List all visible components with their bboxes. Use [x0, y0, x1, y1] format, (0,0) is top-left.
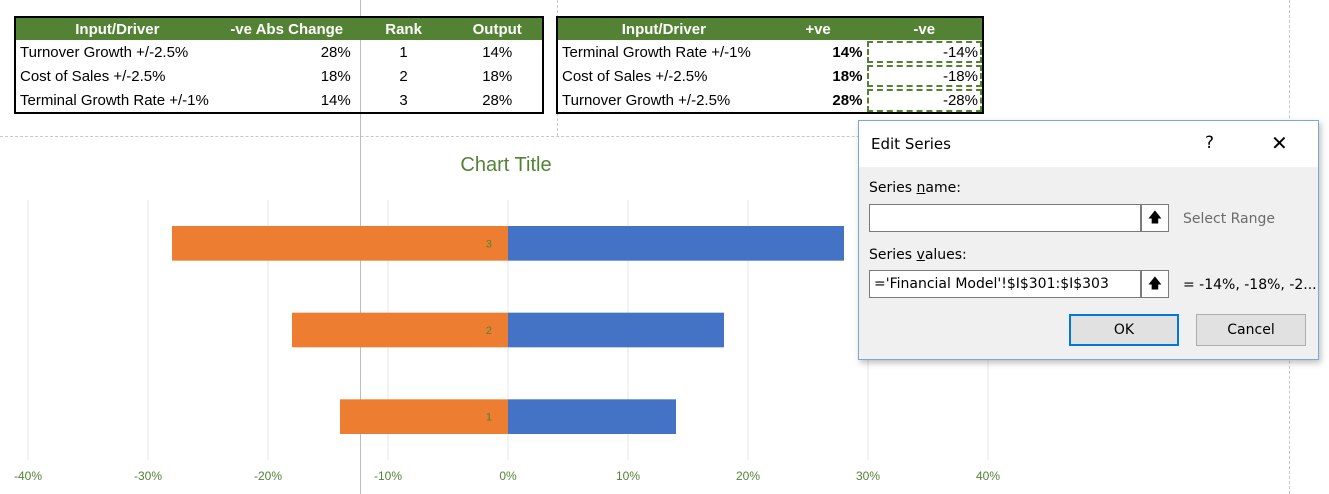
- cancel-button[interactable]: Cancel: [1196, 314, 1306, 346]
- bar-positive[interactable]: [508, 399, 676, 434]
- cell-abs-change[interactable]: 28%: [219, 40, 355, 64]
- bar-positive[interactable]: [508, 312, 724, 348]
- help-button[interactable]: ?: [1205, 133, 1214, 153]
- table-row: Cost of Sales +/-2.5% 18% 2 18%: [15, 64, 543, 88]
- cell-driver[interactable]: Cost of Sales +/-2.5%: [15, 64, 219, 88]
- cell-positive[interactable]: 28%: [770, 88, 867, 113]
- cell-positive[interactable]: 18%: [770, 64, 867, 88]
- x-tick-label: 40%: [976, 469, 1000, 483]
- table-row: Cost of Sales +/-2.5% 18% -18%: [557, 64, 983, 88]
- cell-driver[interactable]: Terminal Growth Rate +/-1%: [557, 40, 770, 64]
- tornado-data-table: Input/Driver +ve -ve Terminal Growth Rat…: [556, 16, 984, 114]
- cell-output[interactable]: 18%: [452, 64, 543, 88]
- cell-negative-selected[interactable]: -18%: [866, 64, 983, 88]
- category-label: 1: [486, 412, 492, 424]
- series-values-preview: = -14%, -18%, -2...: [1183, 277, 1317, 293]
- cell-driver[interactable]: Cost of Sales +/-2.5%: [557, 64, 770, 88]
- x-tick-label: -40%: [14, 469, 42, 483]
- bar-negative[interactable]: [292, 312, 508, 348]
- select-range-hint: Select Range: [1183, 211, 1276, 227]
- bar-negative[interactable]: [340, 399, 508, 434]
- table-row: Terminal Growth Rate +/-1% 14% 3 28%: [15, 88, 543, 113]
- x-tick-label: -20%: [254, 469, 282, 483]
- header-abs-change: -ve Abs Change: [218, 17, 355, 40]
- cell-negative-selected[interactable]: -28%: [866, 88, 983, 113]
- category-label: 2: [486, 325, 492, 337]
- header-rank: Rank: [354, 17, 453, 40]
- cell-output[interactable]: 14%: [452, 40, 543, 64]
- header-negative: -ve: [866, 17, 983, 40]
- series-values-range-button[interactable]: 🡅: [1141, 270, 1169, 298]
- series-values-label: Series values:: [869, 247, 967, 263]
- series-values-input[interactable]: ='Financial Model'!$I$301:$I$303: [869, 270, 1141, 298]
- series-name-input[interactable]: [869, 204, 1141, 232]
- category-label: 3: [486, 238, 492, 250]
- table-row: Turnover Growth +/-2.5% 28% -28%: [557, 88, 983, 113]
- header-output: Output: [452, 17, 543, 40]
- cell-driver[interactable]: Turnover Growth +/-2.5%: [15, 40, 219, 64]
- x-tick-label: -30%: [134, 469, 162, 483]
- cell-abs-change[interactable]: 14%: [219, 88, 355, 113]
- close-button[interactable]: ✕: [1271, 131, 1288, 155]
- chart-title[interactable]: Chart Title: [460, 154, 551, 176]
- series-name-label: Series name:: [869, 180, 961, 196]
- cell-abs-change[interactable]: 18%: [219, 64, 355, 88]
- x-tick-label: 0%: [499, 469, 517, 483]
- cell-positive[interactable]: 14%: [770, 40, 867, 64]
- dialog-title-bar[interactable]: Edit Series ? ✕: [859, 121, 1318, 167]
- table-header-row: Input/Driver +ve -ve: [557, 17, 983, 40]
- bar-positive[interactable]: [508, 226, 844, 261]
- table-header-row: Input/Driver -ve Abs Change Rank Output: [15, 17, 543, 40]
- cell-rank[interactable]: 1: [355, 40, 453, 64]
- cell-negative-selected[interactable]: -14%: [866, 40, 983, 64]
- cell-driver[interactable]: Terminal Growth Rate +/-1%: [15, 88, 219, 113]
- ok-button[interactable]: OK: [1069, 314, 1179, 346]
- collapse-range-icon: 🡅: [1147, 210, 1163, 226]
- cell-rank[interactable]: 2: [355, 64, 453, 88]
- x-tick-label: -10%: [374, 469, 402, 483]
- header-positive: +ve: [769, 17, 867, 40]
- cell-rank[interactable]: 3: [355, 88, 453, 113]
- dialog-title: Edit Series: [871, 135, 951, 153]
- header-input-driver: Input/Driver: [15, 17, 219, 40]
- table-row: Terminal Growth Rate +/-1% 14% -14%: [557, 40, 983, 64]
- cell-output[interactable]: 28%: [452, 88, 543, 113]
- sensitivity-table: Input/Driver -ve Abs Change Rank Output …: [14, 16, 544, 114]
- bar-negative[interactable]: [172, 226, 508, 261]
- edit-series-dialog: Edit Series ? ✕ Series name: 🡅 Select Ra…: [858, 120, 1319, 360]
- collapse-range-icon: 🡅: [1147, 276, 1163, 292]
- series-name-range-button[interactable]: 🡅: [1141, 204, 1169, 232]
- x-tick-label: 20%: [736, 469, 760, 483]
- x-tick-label: 30%: [856, 469, 880, 483]
- x-tick-label: 10%: [616, 469, 640, 483]
- table-row: Turnover Growth +/-2.5% 28% 1 14%: [15, 40, 543, 64]
- cell-driver[interactable]: Turnover Growth +/-2.5%: [557, 88, 770, 113]
- header-input-driver: Input/Driver: [557, 17, 770, 40]
